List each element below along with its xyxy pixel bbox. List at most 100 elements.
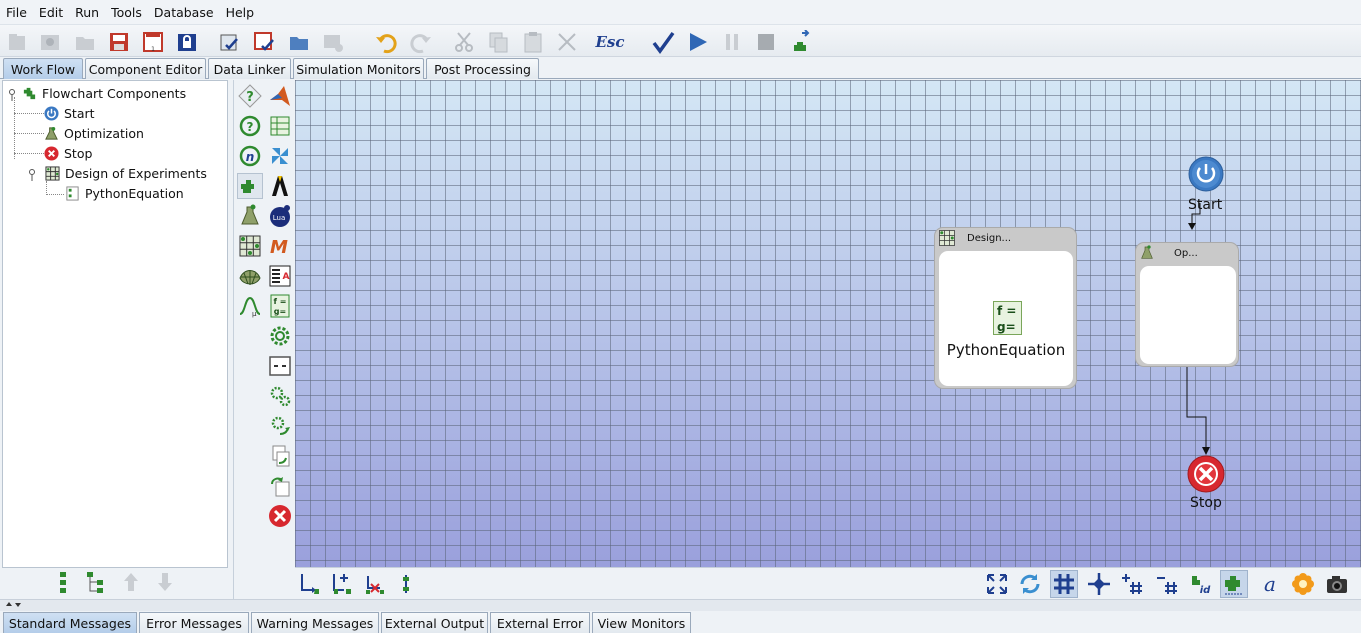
palette-doe-button[interactable] [237, 233, 263, 259]
stop-node[interactable] [1187, 455, 1225, 493]
grid-increase-button[interactable] [1118, 570, 1146, 598]
delete-button[interactable] [554, 29, 580, 55]
component-arrow-button[interactable] [787, 29, 813, 55]
svg-text:Lua: Lua [273, 214, 286, 222]
palette-if-button[interactable]: ? [237, 113, 263, 139]
palette-copy-refresh-button[interactable] [267, 443, 293, 469]
tree-expand-button[interactable] [50, 569, 76, 595]
palette-matlab-button[interactable] [267, 83, 293, 109]
palette-subflow-button[interactable] [267, 353, 293, 379]
palette-optimization-button[interactable] [237, 203, 263, 229]
menu-help[interactable]: Help [220, 5, 261, 20]
open-folder-button[interactable] [286, 29, 312, 55]
palette-text-edit-button[interactable]: A [267, 263, 293, 289]
doe-component-box[interactable]: Design... f = g= PythonEquation [934, 227, 1077, 389]
save-check-button[interactable] [251, 29, 277, 55]
screenshot-button[interactable] [1323, 570, 1351, 598]
split-divider[interactable] [0, 599, 1361, 611]
snap-button[interactable] [1085, 570, 1113, 598]
tab-component-editor[interactable]: Component Editor [85, 58, 206, 79]
annotation-button[interactable]: a [1256, 570, 1284, 598]
cut-button[interactable] [451, 29, 477, 55]
palette-abaqus-button[interactable] [267, 143, 293, 169]
tab-post-processing[interactable]: Post Processing [426, 58, 539, 79]
tab-standard-messages[interactable]: Standard Messages [3, 612, 137, 633]
escape-button[interactable]: Esc [596, 29, 625, 55]
tree-item-design-of-experiments[interactable]: Design of Experiments [27, 166, 207, 181]
save-button[interactable] [106, 29, 132, 55]
palette-gears-button[interactable] [267, 383, 293, 409]
remove-link-button[interactable] [361, 570, 389, 598]
show-components-button[interactable] [1220, 570, 1248, 598]
export-disabled-button[interactable] [320, 29, 346, 55]
palette-stop-button[interactable] [267, 503, 293, 529]
tab-simulation-monitors[interactable]: Simulation Monitors [293, 58, 424, 79]
show-ids-button[interactable]: id [1187, 570, 1215, 598]
optimization-component-box[interactable]: Op... [1135, 242, 1239, 367]
palette-lua-button[interactable]: Lua [267, 203, 293, 229]
palette-ansys-button[interactable] [267, 173, 293, 199]
spreadsheet-icon [270, 116, 290, 136]
palette-response-surface-button[interactable] [237, 263, 263, 289]
palette-help-button[interactable]: ? [237, 83, 263, 109]
new-file-button[interactable] [4, 29, 30, 55]
palette-excel-button[interactable] [267, 113, 293, 139]
add-link-button[interactable] [296, 570, 324, 598]
checklist-button[interactable] [217, 29, 243, 55]
menu-database[interactable]: Database [148, 5, 220, 20]
palette-file-refresh-button[interactable] [267, 473, 293, 499]
lock-button[interactable] [174, 29, 200, 55]
puzzle-icon [241, 180, 254, 193]
palette-loop-button[interactable]: n [237, 143, 263, 169]
menu-edit[interactable]: Edit [33, 5, 69, 20]
palette-component-button[interactable] [237, 173, 263, 199]
check-button[interactable] [650, 29, 676, 55]
tree-hierarchy-button[interactable] [84, 569, 110, 595]
divider-arrows-icon [6, 602, 21, 607]
fit-to-screen-button[interactable] [983, 570, 1011, 598]
tab-data-linker[interactable]: Data Linker [208, 58, 291, 79]
highlight-button[interactable] [1289, 570, 1317, 598]
tab-view-monitors[interactable]: View Monitors [592, 612, 691, 633]
redo-button[interactable] [408, 29, 434, 55]
stop-button[interactable] [753, 29, 779, 55]
palette-settings-button[interactable] [267, 323, 293, 349]
add-multiple-links-button[interactable] [328, 570, 356, 598]
copy-button[interactable] [485, 29, 511, 55]
tree-item-python-equation[interactable]: PythonEquation [65, 186, 184, 201]
menu-run[interactable]: Run [69, 5, 105, 20]
tab-external-output[interactable]: External Output [381, 612, 488, 633]
palette-statistics-button[interactable]: μ [237, 293, 263, 319]
move-down-button[interactable] [152, 569, 178, 595]
grid-decrease-button[interactable] [1153, 570, 1181, 598]
tree-root[interactable]: Flowchart Components [8, 86, 186, 101]
move-up-button[interactable] [118, 569, 144, 595]
pause-button[interactable] [719, 29, 745, 55]
refresh-button[interactable] [1016, 570, 1044, 598]
palette-equation-button[interactable]: f = g= [267, 293, 293, 319]
tree-root-label: Flowchart Components [42, 86, 187, 101]
start-node[interactable] [1188, 156, 1224, 192]
menu-tools[interactable]: Tools [105, 5, 148, 20]
workflow-canvas[interactable]: Start Design... f = g= PythonEquation Op… [295, 80, 1361, 567]
undo-button[interactable] [373, 29, 399, 55]
tree-item-optimization[interactable]: Optimization [44, 126, 144, 141]
tree-item-start[interactable]: Start [44, 106, 95, 121]
tab-external-error[interactable]: External Error [490, 612, 590, 633]
tab-error-messages[interactable]: Error Messages [139, 612, 249, 633]
save-as-button[interactable]: 1 [140, 29, 166, 55]
palette-maple-button[interactable]: M [267, 233, 293, 259]
palette-gear-refresh-button[interactable] [267, 413, 293, 439]
arrow-down-icon [158, 573, 172, 591]
menu-file[interactable]: File [0, 5, 33, 20]
settings-disabled-button[interactable] [37, 29, 63, 55]
tab-warning-messages[interactable]: Warning Messages [251, 612, 379, 633]
vertical-link-button[interactable] [392, 570, 420, 598]
open-button[interactable] [72, 29, 98, 55]
paste-button[interactable] [520, 29, 546, 55]
run-button[interactable] [685, 29, 711, 55]
tree-item-stop[interactable]: Stop [44, 146, 92, 161]
main-toolbar: 1 Esc [0, 25, 1361, 57]
tab-work-flow[interactable]: Work Flow [3, 58, 83, 79]
grid-toggle-button[interactable] [1050, 570, 1078, 598]
